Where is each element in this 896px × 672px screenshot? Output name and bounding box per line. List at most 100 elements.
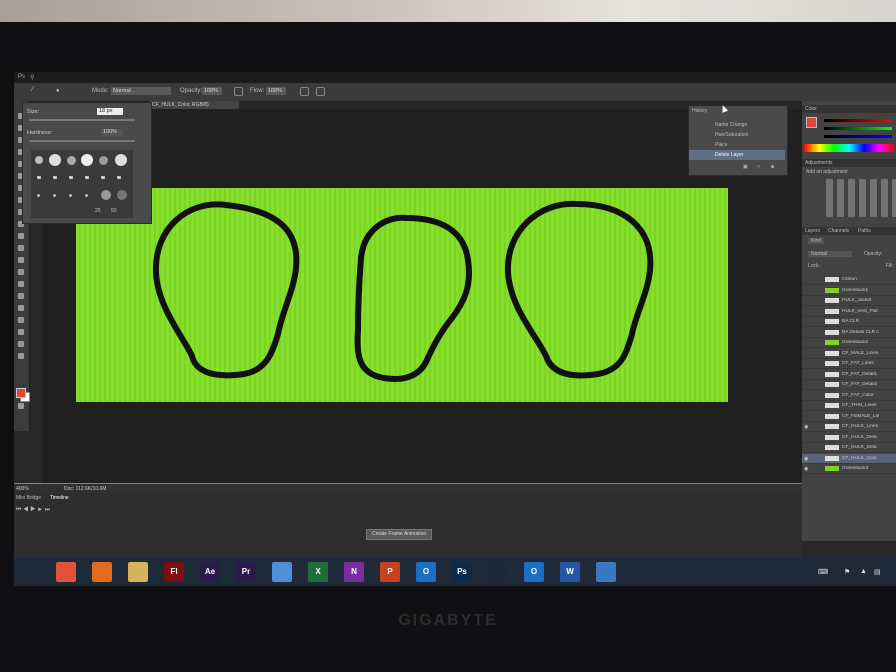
timeline-controls-icon[interactable]: ⏮ ◀ ▶ ► ⏭: [16, 507, 50, 514]
taskbar-outlook-icon[interactable]: O: [416, 562, 436, 582]
adjustment-icons-grid[interactable]: [826, 179, 896, 217]
extra-tool-icon[interactable]: [17, 353, 25, 360]
blur-tool-icon[interactable]: [17, 257, 25, 264]
pressure-size-icon[interactable]: [316, 87, 325, 96]
flow-input[interactable]: 100%: [266, 87, 286, 95]
layer-row[interactable]: ◉ CF_HULK_Colo: [802, 453, 896, 464]
path-select-tool-icon[interactable]: [17, 305, 25, 312]
layer-row[interactable]: ◉ CF_HULK_Lines: [802, 422, 896, 432]
brush-tip[interactable]: [101, 176, 105, 179]
brush-tip[interactable]: [37, 176, 41, 179]
screen-mode-icon[interactable]: [17, 403, 25, 410]
layer-row[interactable]: BA Details CLR c: [802, 328, 896, 338]
brush-tip[interactable]: [53, 194, 56, 197]
brush-tip[interactable]: [115, 154, 127, 166]
brush-tip[interactable]: [67, 156, 76, 165]
taskbar-windows-start-icon[interactable]: [20, 562, 40, 582]
layer-row[interactable]: Greenback1: [802, 286, 896, 296]
taskbar-remote-desktop-icon[interactable]: [596, 562, 616, 582]
blend-mode-select[interactable]: Normal: [808, 251, 852, 257]
tab-channels[interactable]: Channels: [828, 228, 849, 234]
history-item[interactable]: Place: [689, 140, 785, 150]
tab-color[interactable]: Color: [805, 106, 817, 112]
layer-row[interactable]: CF_FAT_Color: [802, 391, 896, 401]
color-spectrum[interactable]: [804, 144, 894, 152]
history-new-doc-icon[interactable]: □: [757, 164, 760, 170]
taskbar-powerpoint-icon[interactable]: P: [380, 562, 400, 582]
taskbar-power-icon[interactable]: [56, 562, 76, 582]
layer-row[interactable]: HULK_Vest_Plat: [802, 307, 896, 317]
brush-tip[interactable]: [35, 156, 43, 164]
history-item-selected[interactable]: Delete Layer: [689, 150, 785, 160]
layer-row[interactable]: BA CLR: [802, 317, 896, 327]
pressure-opacity-icon[interactable]: [234, 87, 243, 96]
opacity-input[interactable]: 100%: [202, 87, 222, 95]
tab-mini-bridge[interactable]: Mini Bridge: [16, 495, 41, 501]
layer-row[interactable]: ◉ Greenback3: [802, 464, 896, 474]
layer-row[interactable]: Greenback2: [802, 338, 896, 348]
shape-tool-icon[interactable]: [17, 317, 25, 324]
zoom-level[interactable]: 400%: [16, 486, 29, 492]
taskbar-onenote-icon[interactable]: N: [344, 562, 364, 582]
tab-layers[interactable]: Layers: [805, 228, 820, 234]
red-slider[interactable]: [824, 119, 892, 122]
hand-tool-icon[interactable]: [17, 329, 25, 336]
taskbar-outlook-2-icon[interactable]: O: [524, 562, 544, 582]
layer-filter-select[interactable]: Kind: [808, 238, 825, 244]
taskbar-word-icon[interactable]: W: [560, 562, 580, 582]
network-icon[interactable]: ▤: [874, 568, 881, 576]
doc-size[interactable]: Doc: 112.6K/10.6M: [64, 486, 106, 492]
tab-paths[interactable]: Paths: [858, 228, 871, 234]
history-item[interactable]: Name Change: [689, 120, 785, 130]
taskbar-after-effects-icon[interactable]: Ae: [200, 562, 220, 582]
layer-row[interactable]: CF_MALE_Lines: [802, 349, 896, 359]
brush-preset-icon[interactable]: ●: [56, 88, 60, 94]
brush-tip[interactable]: [117, 190, 127, 200]
mode-select[interactable]: Normal: [111, 87, 171, 95]
brush-tip[interactable]: [117, 176, 121, 179]
dodge-tool-icon[interactable]: [17, 269, 25, 276]
artwork-canvas[interactable]: [76, 188, 728, 402]
taskbar-file-explorer-icon[interactable]: [128, 562, 148, 582]
brush-tip[interactable]: [69, 176, 73, 179]
brush-tip[interactable]: [37, 194, 40, 197]
taskbar-premiere-icon[interactable]: Pr: [236, 562, 256, 582]
keyboard-icon[interactable]: ⌨: [818, 568, 828, 576]
layer-row[interactable]: HULK_Jacket: [802, 296, 896, 306]
taskbar-steam-icon[interactable]: [488, 562, 508, 582]
layer-row[interactable]: CF_FAT_Detail2: [802, 380, 896, 390]
layer-row[interactable]: CF_HULK_Deta: [802, 443, 896, 453]
visibility-eye-icon[interactable]: ◉: [804, 424, 812, 430]
brush-tip[interactable]: [85, 176, 89, 179]
hardness-slider[interactable]: [29, 140, 135, 142]
taskbar-firefox-icon[interactable]: [92, 562, 112, 582]
layer-row[interactable]: CF_THIN_Lines: [802, 401, 896, 411]
brush-tip[interactable]: [81, 154, 93, 166]
taskbar-flash-icon[interactable]: Fl: [164, 562, 184, 582]
create-frame-animation-button[interactable]: Create Frame Animation: [366, 529, 433, 540]
brush-tip[interactable]: [85, 194, 88, 197]
layer-row[interactable]: Clinton: [802, 275, 896, 285]
search-icon[interactable]: ⚲: [30, 74, 34, 81]
visibility-eye-icon[interactable]: ◉: [804, 466, 812, 472]
size-input[interactable]: 18 px: [97, 108, 123, 115]
color-fg-swatch[interactable]: [806, 117, 817, 128]
layer-row[interactable]: CF_FAT_Lines: [802, 359, 896, 369]
brush-tip[interactable]: [53, 176, 57, 179]
visibility-eye-icon[interactable]: ◉: [804, 456, 812, 462]
size-slider[interactable]: [29, 119, 135, 121]
document-tab[interactable]: CF_HULK_Color, RGB/8): [149, 101, 239, 109]
foreground-color-swatch[interactable]: [16, 388, 26, 398]
airbrush-icon[interactable]: [300, 87, 309, 96]
type-tool-icon[interactable]: [17, 293, 25, 300]
tab-timeline[interactable]: Timeline: [50, 495, 69, 501]
history-item[interactable]: Hue/Saturation: [689, 130, 785, 140]
taskbar-chrome-icon[interactable]: [272, 562, 292, 582]
tray-flag-icon[interactable]: ⚑: [844, 568, 850, 576]
tab-adjustments[interactable]: Adjustments: [805, 160, 833, 166]
blue-slider[interactable]: [824, 135, 892, 138]
layer-row[interactable]: CF_HULK_Deta: [802, 433, 896, 443]
taskbar-excel-icon[interactable]: X: [308, 562, 328, 582]
brush-tip[interactable]: [69, 194, 72, 197]
brush-tip[interactable]: [101, 190, 111, 200]
